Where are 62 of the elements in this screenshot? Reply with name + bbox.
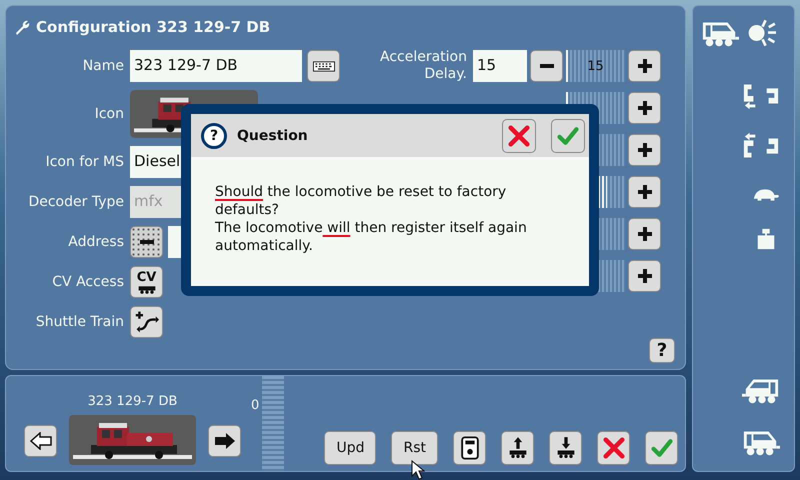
check-icon [557,124,579,146]
minus-button[interactable] [530,50,563,82]
cancel-button[interactable] [597,431,630,465]
right-arrow-icon [214,432,236,450]
plus-button[interactable] [628,176,661,208]
download-button[interactable] [549,431,582,465]
plus-icon [638,59,652,73]
confirm-button[interactable] [645,431,678,465]
shuttle-button[interactable] [130,306,163,338]
shuttle-icon [134,310,158,334]
field-label: Address [67,233,124,252]
train-down-arrow-icon [556,436,576,460]
window-title: Configuration 323 129-7 DB [36,18,270,36]
plus-icon [638,227,652,241]
dialog-title: Question [237,128,309,144]
plus-button[interactable] [628,50,661,82]
input-field[interactable]: 15 [473,50,527,82]
question-icon: ? [201,122,227,148]
plus-icon [638,143,652,157]
train-up-arrow-icon [508,436,528,460]
input-field[interactable]: 323 129-7 DB [130,50,302,82]
train-icon [136,286,156,294]
decoder-icon [460,436,480,460]
help-button[interactable]: ? [649,338,675,363]
left-arrow-icon [30,432,52,450]
plus-icon [638,185,652,199]
slider-value: 15 [587,58,604,74]
action-button[interactable]: Rst [391,431,438,465]
field-label: Shuttle Train [34,313,124,332]
plus-button[interactable] [628,92,661,124]
plus-button[interactable] [628,134,661,166]
keyboard-button[interactable] [307,50,340,82]
slider[interactable]: 15 [566,50,625,82]
confirm-button[interactable] [551,118,585,152]
field-label: Acceleration Delay. [379,49,467,83]
field-label: Name [82,57,124,76]
mouse-pointer-icon [411,460,425,480]
field-label: Icon [94,105,124,124]
next-button[interactable] [208,425,241,457]
plus-button[interactable] [628,218,661,250]
field-label: Icon for MS [44,153,124,172]
previous-button[interactable] [24,425,57,457]
field-label: CV Access [51,273,124,292]
cv-button[interactable]: CV [130,266,163,298]
speed-value: 0 [251,398,260,413]
close-icon [602,437,624,459]
upload-button[interactable] [501,431,534,465]
check-icon [650,437,672,459]
plus-icon [638,101,652,115]
keyboard-icon [312,60,334,72]
message-text: The locomotive will then register itself again automatically. [215,219,528,255]
decoder-button[interactable] [453,431,486,465]
message-text: Should the locomotive be reset to factory defaults? [215,183,508,219]
plus-icon [638,269,652,283]
minus-button[interactable] [130,226,163,258]
cancel-button[interactable] [502,118,536,152]
action-button[interactable]: Upd [324,431,376,465]
close-icon [508,124,530,146]
field-label: Decoder Type [27,193,124,212]
wrench-icon [14,19,30,35]
locomotive-name: 323 129-7 DB [88,394,178,409]
plus-button[interactable] [628,260,661,292]
